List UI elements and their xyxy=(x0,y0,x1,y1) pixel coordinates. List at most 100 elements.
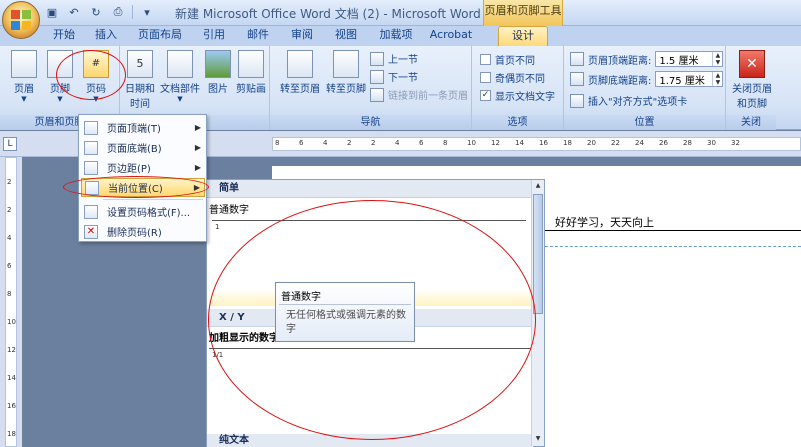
tab-design[interactable]: 设计 xyxy=(498,26,548,46)
ruler-tick: 6 xyxy=(419,139,424,147)
header-underline xyxy=(545,230,801,231)
scroll-up-icon[interactable]: ▲ xyxy=(533,181,543,192)
doc-parts-button[interactable]: 文档部件 ▼ xyxy=(158,50,202,103)
next-section-button[interactable]: 下一节 xyxy=(370,69,418,84)
menu-item-remove-page-numbers[interactable]: ✕ 删除页码(R) xyxy=(81,222,205,241)
spinner-arrows-icon[interactable]: ▲ ▼ xyxy=(712,72,722,86)
gallery-section-simple: 简单 xyxy=(207,180,533,198)
header-text[interactable]: 好好学习，天天向上 xyxy=(555,214,654,230)
picture-icon xyxy=(205,50,231,78)
tab-insert[interactable]: 插入 xyxy=(88,26,124,46)
submenu-arrow-icon: ▶ xyxy=(194,143,201,152)
doc-parts-label: 文档部件 xyxy=(160,84,200,95)
save-icon[interactable]: ▣ xyxy=(44,4,60,20)
next-section-icon xyxy=(370,69,384,84)
goto-footer-icon xyxy=(333,50,359,78)
footer-bottom-value: 1.75 厘米 xyxy=(659,75,705,87)
diff-odd-even-label: 奇偶页不同 xyxy=(495,74,545,85)
clipart-button[interactable]: 剪贴画 xyxy=(232,50,270,95)
menu-item-bottom-of-page[interactable]: 页面底端(B) ▶ xyxy=(81,138,205,157)
diff-odd-even-checkbox[interactable]: 奇偶页不同 xyxy=(480,70,545,85)
goto-header-button[interactable]: 转至页眉 xyxy=(278,50,322,95)
tab-page-layout[interactable]: 页面布局 xyxy=(132,26,188,46)
footer-bottom-distance: 页脚底端距离: 1.75 厘米 ▲ ▼ xyxy=(570,71,724,87)
ruler-tick: 6 xyxy=(299,139,304,147)
office-button[interactable] xyxy=(2,1,40,39)
group-options: 首页不同 奇偶页不同 ✓ 显示文档文字 选项 xyxy=(472,46,564,130)
tab-home[interactable]: 开始 xyxy=(44,26,84,46)
ruler-tick: 26 xyxy=(659,139,668,147)
diff-first-label: 首页不同 xyxy=(495,56,535,67)
header-button[interactable]: 页眉 ▼ xyxy=(4,50,44,103)
diff-first-checkbox[interactable]: 首页不同 xyxy=(480,52,535,67)
tab-addins[interactable]: 加载项 xyxy=(372,26,420,46)
insert-align-tab-button[interactable]: 插入"对齐方式"选项卡 xyxy=(570,93,687,108)
align-tab-icon xyxy=(570,93,584,108)
menu-item-label: 设置页码格式(F)... xyxy=(107,208,191,219)
ruler-tick: 8 xyxy=(7,290,12,298)
preview-number: 1 xyxy=(215,223,220,231)
tab-references[interactable]: 引用 xyxy=(196,26,232,46)
group-position: 页眉顶端距离: 1.5 厘米 ▲ ▼ 页脚底端距离: 1.75 厘米 ▲ ▼ 插入"… xyxy=(564,46,726,130)
ruler-tick: 10 xyxy=(7,318,16,326)
goto-header-label: 转至页眉 xyxy=(280,84,320,95)
tab-selector[interactable]: L xyxy=(3,137,17,151)
calendar-icon: 5 xyxy=(127,50,153,78)
menu-item-label: 页面顶端(T) xyxy=(107,124,161,135)
ruler-tick: 18 xyxy=(563,139,572,147)
ruler-tick: 18 xyxy=(7,430,16,438)
close-label-2: 和页脚 xyxy=(737,99,767,110)
menu-item-format-page-numbers[interactable]: 设置页码格式(F)... xyxy=(81,202,205,221)
bottom-of-page-icon xyxy=(84,140,98,155)
menu-item-top-of-page[interactable]: 页面顶端(T) ▶ xyxy=(81,118,205,137)
checkbox-checked-icon: ✓ xyxy=(480,90,491,101)
gallery-item-title: 普通数字 xyxy=(209,205,249,216)
close-icon: ✕ xyxy=(739,50,765,78)
show-text-checkbox[interactable]: ✓ 显示文档文字 xyxy=(480,88,555,103)
horizontal-ruler[interactable]: 8 6 4 2 2 4 6 8 10 12 14 16 18 20 22 24 26 28 30 32 xyxy=(272,137,801,151)
qat-customize-icon[interactable]: ▾ xyxy=(139,4,155,20)
tab-review[interactable]: 审阅 xyxy=(284,26,320,46)
ruler-tick: 14 xyxy=(515,139,524,147)
header-top-value: 1.5 厘米 xyxy=(659,55,699,67)
tab-acrobat[interactable]: Acrobat xyxy=(424,26,478,46)
scroll-thumb[interactable] xyxy=(533,194,543,314)
tab-mailings[interactable]: 邮件 xyxy=(240,26,276,46)
ruler-tick: 30 xyxy=(707,139,716,147)
insert-align-tab-label: 插入"对齐方式"选项卡 xyxy=(588,97,688,108)
footer-bottom-spinner[interactable]: 1.75 厘米 ▲ ▼ xyxy=(655,71,724,87)
ruler-tick: 16 xyxy=(539,139,548,147)
office-logo-icon xyxy=(11,10,31,30)
date-time-button[interactable]: 5 日期和 时间 xyxy=(120,50,160,110)
scroll-down-icon[interactable]: ▼ xyxy=(533,434,543,445)
tab-view[interactable]: 视图 xyxy=(328,26,364,46)
print-icon[interactable]: ⎙ xyxy=(110,4,126,20)
vertical-ruler-strip[interactable]: 2 2 4 6 8 10 12 14 16 18 xyxy=(5,157,17,447)
undo-icon[interactable]: ↶ xyxy=(66,4,82,20)
ruler-tick: 8 xyxy=(275,139,280,147)
group-close: ✕ 关闭页眉 和页脚 关闭 xyxy=(726,46,776,130)
ruler-tick: 12 xyxy=(7,346,16,354)
goto-header-icon xyxy=(287,50,313,78)
ruler-tick: 2 xyxy=(7,178,12,186)
ruler-tick: 8 xyxy=(443,139,448,147)
title-bar: ▣ ↶ ↻ ⎙ ▾ 新建 Microsoft Office Word 文档 (2… xyxy=(0,0,801,26)
ruler-tick: 28 xyxy=(683,139,692,147)
close-header-footer-button[interactable]: ✕ 关闭页眉 和页脚 xyxy=(728,50,776,110)
ruler-tick: 4 xyxy=(323,139,328,147)
link-prev-button[interactable]: 链接到前一条页眉 xyxy=(370,87,468,102)
redo-icon[interactable]: ↻ xyxy=(88,4,104,20)
goto-footer-button[interactable]: 转至页脚 xyxy=(324,50,368,95)
ruler-tick: 10 xyxy=(467,139,476,147)
annotation-ellipse-current-position xyxy=(63,176,209,198)
ruler-tick: 24 xyxy=(635,139,644,147)
menu-item-page-margins[interactable]: 页边距(P) ▶ xyxy=(81,158,205,177)
header-icon xyxy=(11,50,37,78)
clipart-icon xyxy=(238,50,264,78)
header-top-spinner[interactable]: 1.5 厘米 ▲ ▼ xyxy=(655,51,724,67)
spinner-arrows-icon[interactable]: ▲ ▼ xyxy=(712,52,722,66)
prev-section-button[interactable]: 上一节 xyxy=(370,51,418,66)
ribbon-tabs: 开始 插入 页面布局 引用 邮件 审阅 视图 加载项 Acrobat 设计 xyxy=(0,26,801,46)
ruler-tick: 16 xyxy=(7,402,16,410)
close-label-1: 关闭页眉 xyxy=(732,84,772,95)
